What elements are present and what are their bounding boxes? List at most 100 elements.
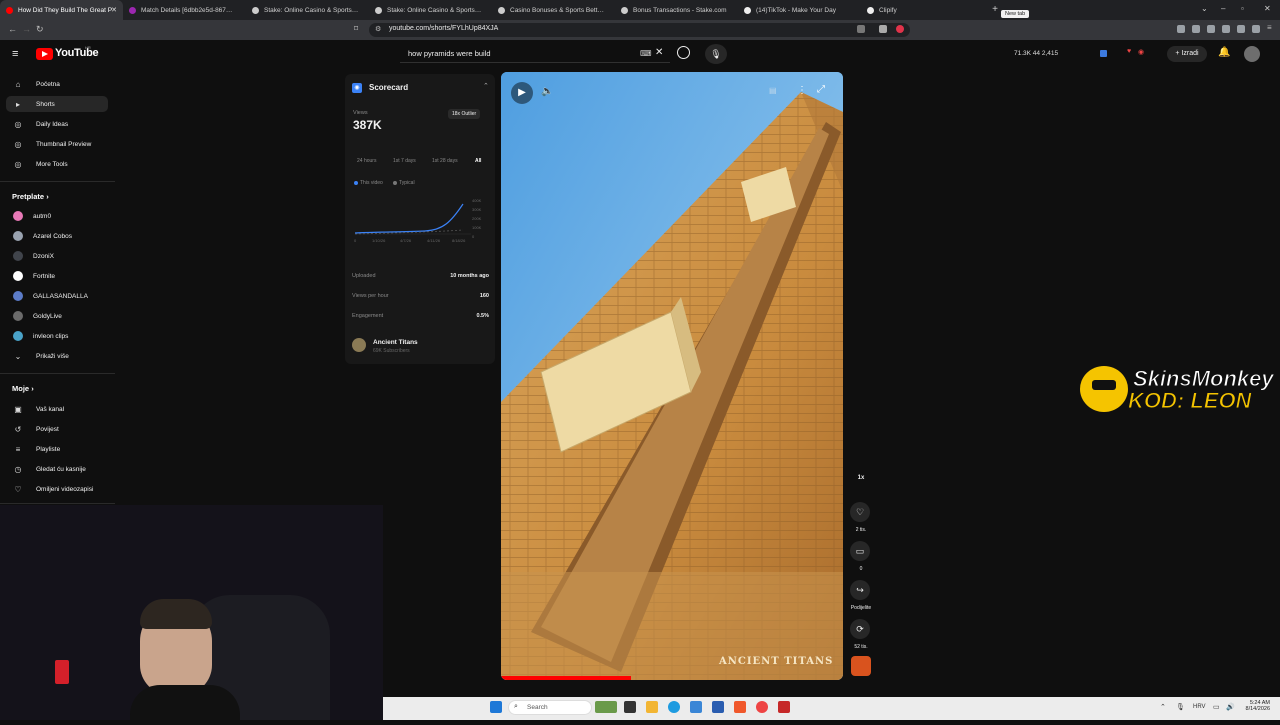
tray-chevron-icon[interactable]: ⌃ [1160, 703, 1166, 711]
screencast-icon[interactable] [857, 25, 865, 33]
volume-icon[interactable]: 🔈 [541, 86, 553, 97]
browser-tab[interactable]: Casino Bonuses & Sports Betting Pro [492, 0, 615, 20]
taskbar-search-label[interactable]: Search [527, 704, 548, 711]
subscription-item[interactable]: DzoniX [6, 248, 108, 264]
music-icon[interactable] [1192, 25, 1200, 33]
share-icon[interactable]: ↪ [850, 580, 870, 600]
minimize-icon[interactable]: – [1221, 4, 1225, 13]
close-window-icon[interactable]: ✕ [1264, 4, 1271, 13]
you-item[interactable]: ♡ Omiljeni videozapisi [6, 481, 108, 497]
new-tab-button[interactable]: + [989, 4, 1001, 16]
tray-network-icon[interactable]: ▭ [1213, 703, 1220, 711]
browser-tab[interactable]: How Did They Build The Great P ✕ [0, 0, 123, 20]
browser-tab[interactable]: Stake: Online Casino & Sports Bettin [369, 0, 492, 20]
file-explorer-icon[interactable] [646, 701, 658, 713]
play-icon[interactable]: ▶ [511, 82, 533, 104]
mic-icon[interactable]: 🎙 [705, 44, 727, 64]
hamburger-icon[interactable]: ≡ [12, 48, 18, 60]
close-tab-icon[interactable]: ✕ [111, 6, 117, 14]
brave-icon[interactable] [734, 701, 746, 713]
like-icon[interactable]: ♡ [850, 502, 870, 522]
comment-icon[interactable]: ▭ [850, 541, 870, 561]
channel-avatar[interactable] [352, 338, 366, 352]
search-query[interactable]: how pyramids were build [408, 49, 491, 58]
you-item[interactable]: ≡ Playliste [6, 441, 108, 457]
range-tab[interactable]: 1st 28 days [432, 158, 458, 164]
progress-bar[interactable] [501, 676, 631, 680]
create-button[interactable]: + Izradi [1167, 46, 1207, 62]
you-item[interactable]: ◷ Gledat ću kasnije [6, 461, 108, 477]
sound-thumbnail[interactable] [851, 656, 871, 676]
range-tab[interactable]: All [475, 158, 481, 164]
tray-clock[interactable]: 5:24 AM 8/14/2026 [1240, 700, 1270, 712]
subscription-item[interactable]: Fortnite [6, 268, 108, 284]
subscription-item[interactable]: autm0 [6, 208, 108, 224]
obs-icon[interactable] [778, 701, 790, 713]
edge-icon[interactable] [668, 701, 680, 713]
subscriptions-heading[interactable]: Pretplate › [12, 192, 49, 201]
task-view-icon[interactable] [624, 701, 636, 713]
clear-search-icon[interactable]: ✕ [655, 47, 663, 58]
tray-lang[interactable]: HRV [1193, 704, 1206, 710]
sidebar-item[interactable]: ◎ Thumbnail Preview [6, 136, 108, 152]
bell-stat-icon[interactable]: ◉ [1138, 48, 1144, 56]
you-heading[interactable]: Moje › [12, 384, 34, 393]
tray-volume-icon[interactable]: 🔊 [1226, 703, 1235, 711]
tab-search-icon[interactable]: ⌄ [1201, 4, 1208, 13]
sidebar-item[interactable]: ▸ Shorts [6, 96, 108, 112]
widgets-icon[interactable] [595, 701, 617, 713]
remix-icon[interactable]: ⟳ [850, 619, 870, 639]
sidebar-item[interactable]: ◎ Daily Ideas [6, 116, 108, 132]
sidebar-item[interactable]: ◎ More Tools [6, 156, 108, 172]
forward-icon[interactable]: → [22, 24, 31, 34]
range-tab[interactable]: 1st 7 days [393, 158, 416, 164]
you-item[interactable]: ▣ Vaš kanal [6, 401, 108, 417]
tray-mic-icon[interactable]: 🎙 [1176, 703, 1185, 711]
avatar[interactable] [1244, 46, 1260, 62]
reload-icon[interactable]: ↻ [36, 24, 44, 35]
keyboard-icon[interactable]: ⌨ [640, 49, 652, 58]
browser-tab[interactable]: Match Details [6dbb2e5d-8670-44dc [123, 0, 246, 20]
shorts-video-player[interactable]: ▶ 🔈 ▤ ⋮ ⤢ ANCIENT TITANS [501, 72, 843, 680]
taskbar-search[interactable] [508, 700, 592, 715]
captions-icon[interactable]: ▤ [769, 86, 777, 95]
brave-rewards-icon[interactable] [896, 25, 904, 33]
app-icon[interactable] [690, 701, 702, 713]
browser-tab[interactable]: Stake: Online Casino & Sports Bettin [246, 0, 369, 20]
range-tab[interactable]: 24 hours [357, 158, 376, 164]
wallet-icon[interactable] [1222, 25, 1230, 33]
subscription-item[interactable]: Azarel Cobos [6, 228, 108, 244]
collapse-icon[interactable]: ⌃ [483, 82, 489, 90]
notifications-icon[interactable]: 🔔 [1218, 47, 1230, 58]
you-item[interactable]: ↺ Povijest [6, 421, 108, 437]
site-info-icon[interactable]: ⚙ [375, 25, 381, 33]
menu-icon[interactable]: ≡ [1267, 23, 1275, 32]
url-text[interactable]: youtube.com/shorts/FYLhUp84XJA [389, 25, 498, 32]
speed-label[interactable]: 1x [846, 475, 876, 481]
leo-icon[interactable] [1237, 25, 1245, 33]
shield-icon[interactable] [879, 25, 887, 33]
browser-tab[interactable]: Clipify [861, 0, 984, 20]
more-options-icon[interactable]: ⋮ [797, 85, 807, 96]
bookmark-icon[interactable]: ⌑ [354, 24, 358, 33]
restore-icon[interactable]: ▫ [1241, 4, 1244, 13]
windows-start-icon[interactable] [490, 701, 502, 713]
subscription-item[interactable]: GoldyLive [6, 308, 108, 324]
sidebar-item[interactable]: ⌂ Početna [6, 76, 108, 92]
browser-tab[interactable]: Bonus Transactions - Stake.com [615, 0, 738, 20]
extension-icon[interactable] [1177, 25, 1185, 33]
vpn-icon[interactable] [1252, 25, 1260, 33]
youtube-wordmark[interactable]: YouTube [55, 47, 99, 59]
search-icon[interactable] [677, 46, 690, 59]
fullscreen-icon[interactable]: ⤢ [817, 84, 825, 95]
sidebar-toggle-icon[interactable] [1207, 25, 1215, 33]
subscription-item[interactable]: invleon clips [6, 328, 108, 344]
subscription-item[interactable]: ⌄ Prikaži više [6, 348, 108, 364]
store-icon[interactable] [712, 701, 724, 713]
browser-tab[interactable]: (14)TikTok - Make Your Day [738, 0, 861, 20]
youtube-logo-icon[interactable] [36, 48, 53, 60]
subscription-item[interactable]: GALLASANDALLA [6, 288, 108, 304]
back-icon[interactable]: ← [8, 24, 17, 34]
channel-name[interactable]: Ancient Titans [373, 339, 418, 346]
app-2-icon[interactable] [756, 701, 768, 713]
